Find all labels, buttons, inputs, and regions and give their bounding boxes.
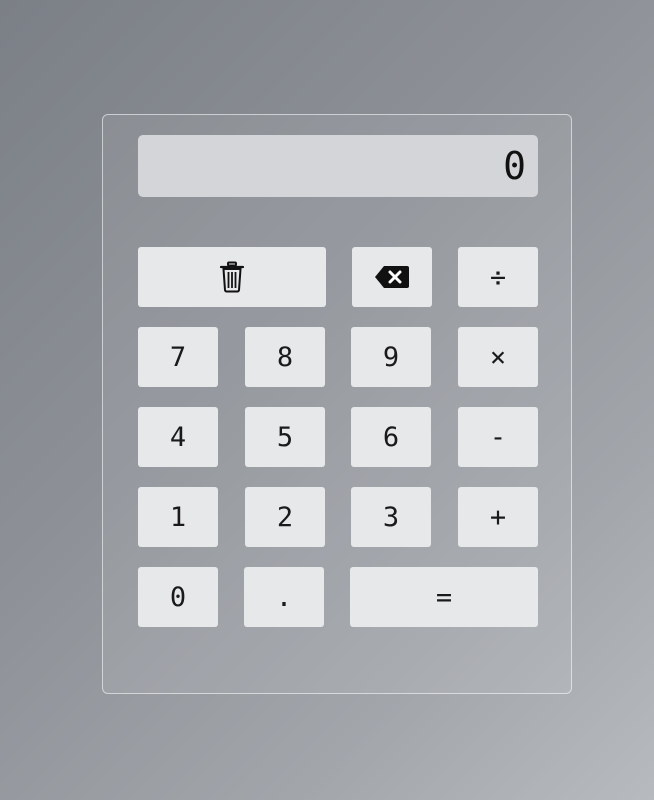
digit-6-button[interactable]: 6 [351, 407, 431, 467]
display-value: 0 [503, 144, 526, 188]
subtract-button[interactable]: - [458, 407, 538, 467]
backspace-icon [374, 265, 410, 289]
trash-icon [219, 261, 245, 293]
equals-button[interactable]: = [350, 567, 538, 627]
digit-7-button[interactable]: 7 [138, 327, 218, 387]
digit-3-button[interactable]: 3 [351, 487, 431, 547]
multiply-button[interactable]: × [458, 327, 538, 387]
digit-5-button[interactable]: 5 [245, 407, 325, 467]
digit-9-button[interactable]: 9 [351, 327, 431, 387]
digit-8-button[interactable]: 8 [245, 327, 325, 387]
divide-button[interactable]: ÷ [458, 247, 538, 307]
digit-0-button[interactable]: 0 [138, 567, 218, 627]
add-button[interactable]: + [458, 487, 538, 547]
decimal-button[interactable]: . [244, 567, 324, 627]
calculator-display: 0 [138, 135, 538, 197]
digit-2-button[interactable]: 2 [245, 487, 325, 547]
digit-4-button[interactable]: 4 [138, 407, 218, 467]
digit-1-button[interactable]: 1 [138, 487, 218, 547]
calculator: 0 ÷ 7 8 9 × 4 5 6 - 1 2 3 + 0 . = [102, 114, 572, 694]
backspace-button[interactable] [352, 247, 432, 307]
clear-button[interactable] [138, 247, 326, 307]
